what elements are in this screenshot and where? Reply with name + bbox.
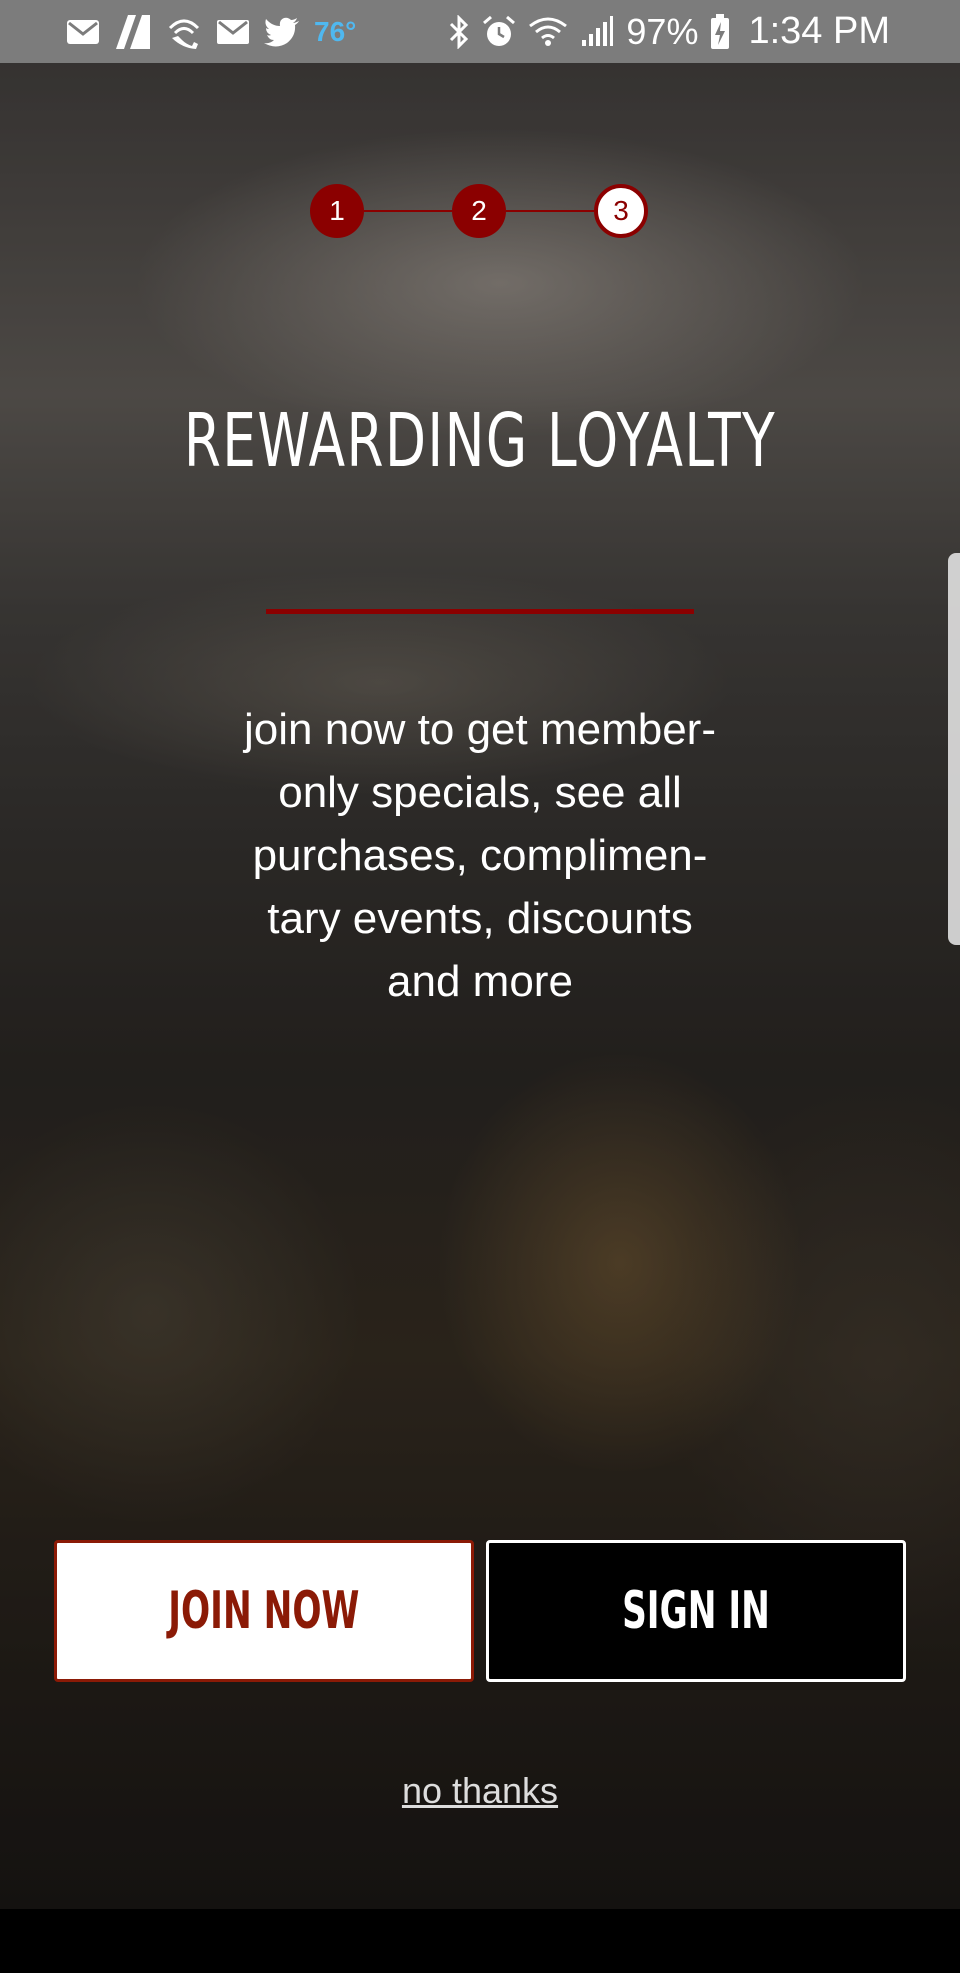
bluetooth-icon [448, 12, 470, 52]
sign-in-label: SIGN IN [622, 1581, 770, 1641]
status-bar: 76° 97% 1:34 PM [0, 0, 960, 63]
battery-charging-icon [710, 12, 730, 52]
wifi-calling-icon [166, 12, 202, 52]
onboarding-stepper: 1 2 3 [310, 184, 650, 238]
step-2-indicator: 2 [452, 184, 506, 238]
join-now-label: JOIN NOW [168, 1581, 360, 1641]
temperature-text: 76° [314, 15, 357, 47]
sign-in-button[interactable]: SIGN IN [486, 1540, 906, 1682]
description-line: and more [387, 957, 573, 1006]
clock-text: 1:34 PM [748, 10, 890, 52]
page-title: REWARDING LOYALTY [183, 398, 777, 484]
signal-icon [580, 12, 614, 52]
flipboard-icon [114, 12, 152, 52]
wifi-icon [528, 12, 568, 52]
step-3-indicator: 3 [594, 184, 648, 238]
status-left: 76° [66, 0, 356, 63]
description-text: join now to get member- only specials, s… [200, 698, 760, 1013]
twitter-icon [264, 12, 300, 52]
alarm-icon [482, 12, 516, 52]
navigation-bar [0, 1909, 960, 1973]
stepper-connector [364, 210, 452, 212]
description-line: purchases, complimen- [252, 831, 708, 880]
join-now-button[interactable]: JOIN NOW [54, 1540, 474, 1682]
mail-icon [66, 12, 100, 52]
status-right: 97% 1:34 PM [448, 0, 890, 63]
description-line: tary events, discounts [267, 894, 693, 943]
edge-panel-handle[interactable] [948, 553, 960, 945]
battery-percent-text: 97% [626, 10, 699, 52]
no-thanks-link[interactable]: no thanks [0, 1770, 960, 1812]
app-screen: 76° 97% 1:34 PM 1 2 3 REWARDING LOYALTY … [0, 0, 960, 1973]
description-line: only specials, see all [278, 768, 682, 817]
description-line: join now to get member- [244, 705, 716, 754]
stepper-connector [506, 210, 594, 212]
step-1-indicator: 1 [310, 184, 364, 238]
gmail-icon [216, 12, 250, 52]
title-divider [266, 609, 694, 614]
